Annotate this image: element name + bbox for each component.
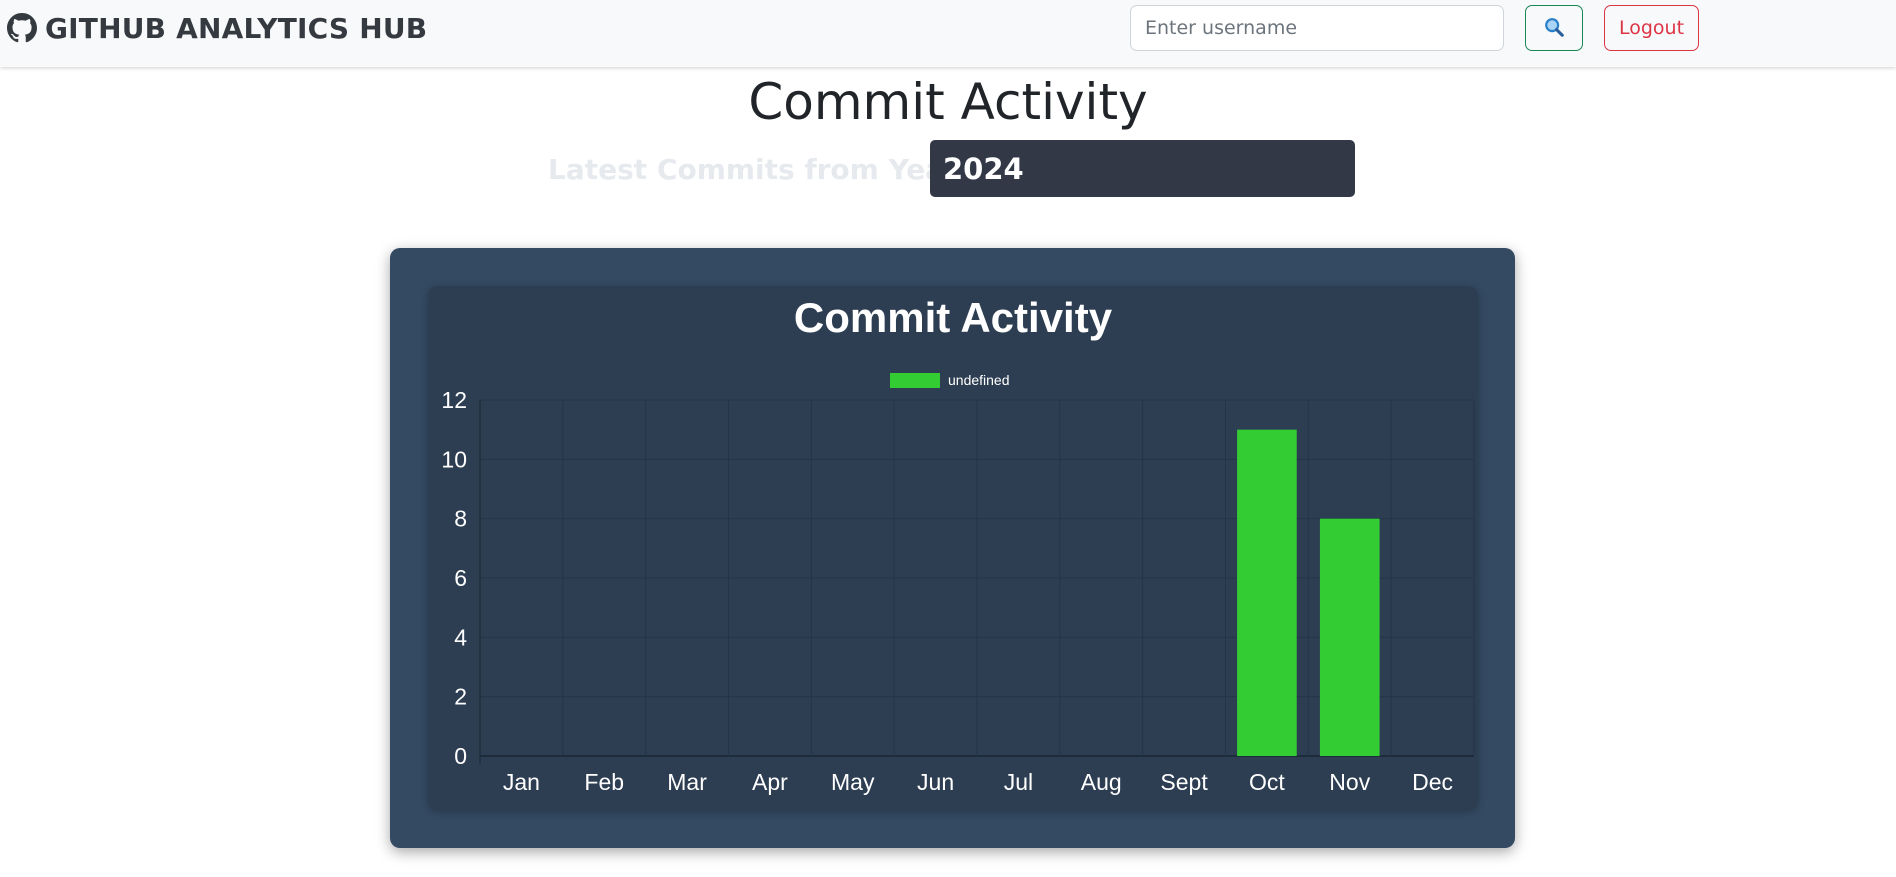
x-tick-label: Feb: [584, 769, 624, 795]
commit-activity-chart: Commit Activity undefined 0 2 4 6 8 10 12 Jan Feb M…: [441, 294, 1475, 795]
username-search-input[interactable]: [1130, 5, 1504, 51]
magnifier-icon: [1543, 16, 1565, 41]
logout-button[interactable]: Logout: [1604, 5, 1699, 51]
x-tick-label: Mar: [667, 769, 707, 795]
y-tick-label: 2: [454, 684, 467, 710]
bar-nov: [1319, 518, 1380, 756]
y-tick-label: 4: [454, 624, 467, 650]
brand[interactable]: GITHUB ANALYTICS HUB: [7, 10, 427, 46]
x-tick-label: Jan: [503, 769, 540, 795]
year-input[interactable]: [930, 140, 1355, 197]
chart-card: Commit Activity undefined 0 2 4 6 8 10 12 Jan Feb M…: [390, 248, 1515, 848]
y-tick-label: 10: [441, 446, 467, 472]
legend-label: undefined: [948, 372, 1010, 388]
top-navbar: GITHUB ANALYTICS HUB Logout: [0, 0, 1896, 67]
bar-oct: [1237, 429, 1297, 756]
x-tick-label: Sept: [1160, 769, 1208, 795]
x-tick-label: May: [831, 769, 875, 795]
y-tick-label: 8: [454, 506, 467, 532]
year-label: Latest Commits from Year:: [548, 153, 970, 186]
chart-title: Commit Activity: [794, 294, 1113, 341]
legend-swatch: [890, 373, 940, 388]
x-tick-label: Jun: [917, 769, 954, 795]
brand-text: GITHUB ANALYTICS HUB: [45, 11, 428, 45]
chart-container: Commit Activity undefined 0 2 4 6 8 10 12 Jan Feb M…: [428, 286, 1478, 810]
y-tick-label: 0: [454, 743, 467, 769]
y-tick-label: 12: [441, 387, 467, 413]
x-tick-label: Nov: [1329, 769, 1370, 795]
x-tick-label: Jul: [1004, 769, 1033, 795]
github-icon: [7, 13, 37, 43]
search-button[interactable]: [1525, 5, 1583, 51]
x-tick-label: Aug: [1081, 769, 1122, 795]
x-tick-label: Dec: [1412, 769, 1453, 795]
y-tick-label: 6: [454, 565, 467, 591]
page-title: Commit Activity: [748, 73, 1148, 131]
x-tick-label: Oct: [1249, 769, 1285, 795]
x-tick-label: Apr: [752, 769, 788, 795]
